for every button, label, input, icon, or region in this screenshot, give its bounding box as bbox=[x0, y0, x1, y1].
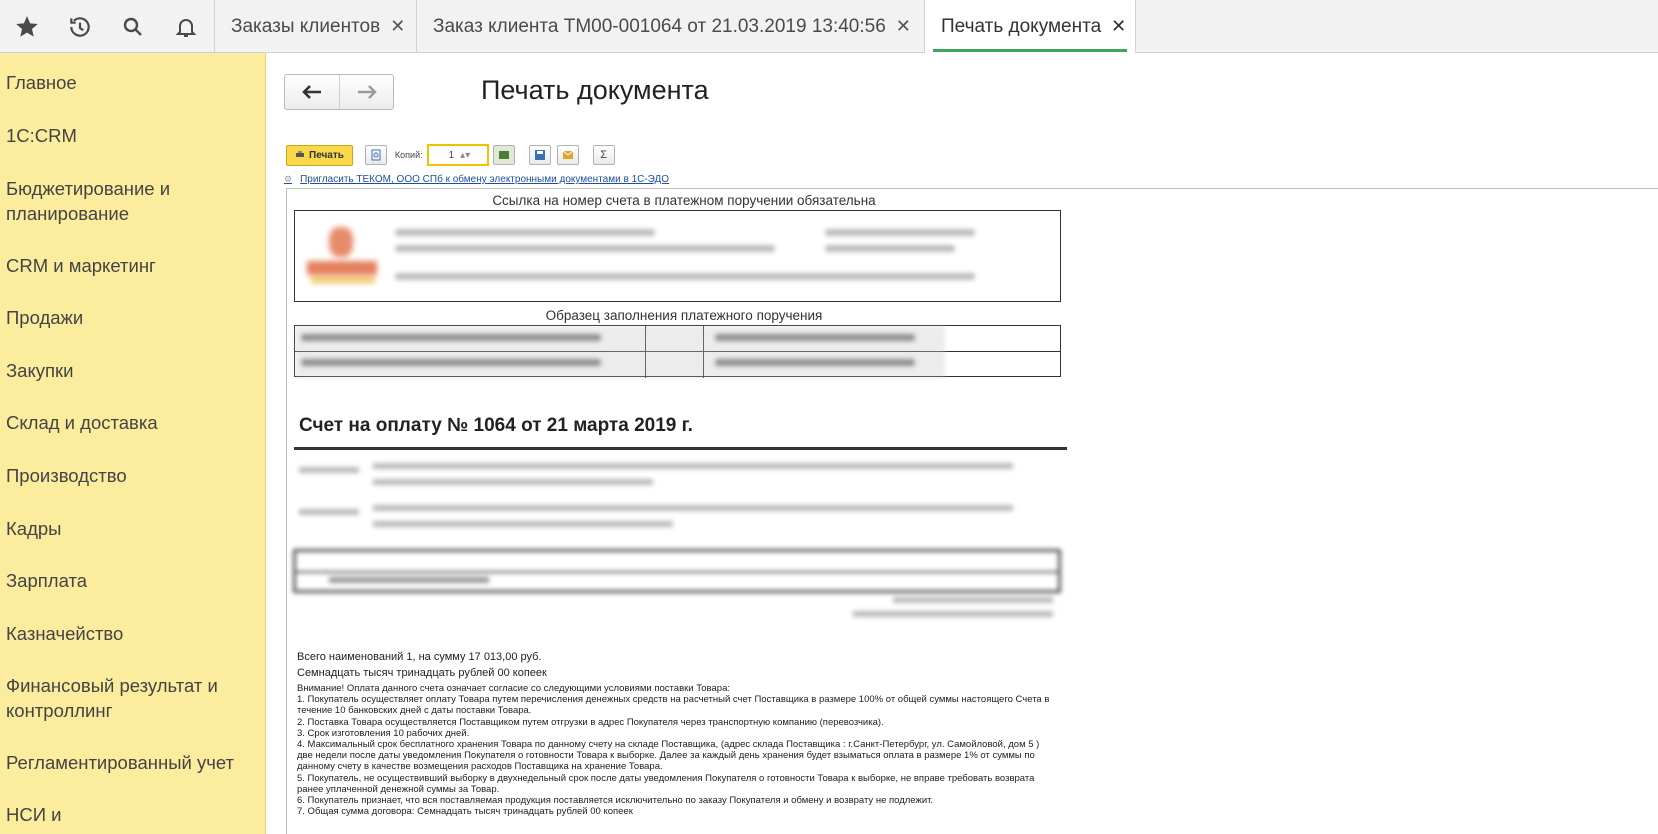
close-icon[interactable]: ✕ bbox=[1111, 16, 1126, 37]
sidebar-item-crm-marketing[interactable]: CRM и маркетинг bbox=[6, 253, 256, 278]
sidebar-item-crm[interactable]: 1С:CRM bbox=[6, 123, 256, 148]
sidebar-item-regulated-accounting[interactable]: Регламентированный учет bbox=[6, 750, 256, 775]
edo-link-text[interactable]: Пригласить ТЕКОМ, ООО СПб к обмену элект… bbox=[300, 174, 669, 185]
sidebar-item-sales[interactable]: Продажи bbox=[6, 305, 256, 330]
sidebar-item-production[interactable]: Производство bbox=[6, 463, 256, 488]
payment-sample-caption: Образец заполнения платежного поручения bbox=[545, 308, 823, 323]
stepper-arrows-icon[interactable]: ▴▾ bbox=[460, 150, 470, 161]
back-arrow-icon[interactable] bbox=[285, 75, 339, 109]
term-2: 2. Поставка Товара осуществляется Постав… bbox=[297, 716, 884, 728]
send-email-icon[interactable] bbox=[556, 145, 579, 165]
sidebar: Главное 1С:CRM Бюджетирование и планиров… bbox=[0, 53, 266, 834]
sidebar-item-main[interactable]: Главное bbox=[6, 70, 256, 95]
sum-button[interactable]: Σ bbox=[592, 145, 615, 165]
tab-label: Печать документа bbox=[941, 15, 1102, 37]
invoice-title: Счет на оплату № 1064 от 21 марта 2019 г… bbox=[299, 415, 693, 436]
sidebar-item-nsi-admin[interactable]: НСИ и администрирование bbox=[6, 802, 206, 834]
tab-customer-orders[interactable]: Заказы клиентов ✕ bbox=[214, 0, 416, 53]
tab-customer-order[interactable]: Заказ клиента ТМ00-001064 от 21.03.2019 … bbox=[416, 0, 924, 53]
term-7: 7. Общая сумма договора: Семнадцать тыся… bbox=[297, 806, 633, 818]
sidebar-item-purchases[interactable]: Закупки bbox=[6, 358, 256, 383]
printer-icon bbox=[296, 151, 304, 157]
favorites-star-icon[interactable] bbox=[0, 0, 53, 53]
top-bar: Заказы клиентов ✕ Заказ клиента ТМ00-001… bbox=[0, 0, 1658, 53]
page-title: Печать документа bbox=[481, 75, 709, 105]
tab-label: Заказы клиентов bbox=[231, 15, 381, 37]
sidebar-item-salary[interactable]: Зарплата bbox=[6, 568, 256, 593]
title-divider bbox=[294, 447, 1067, 450]
total-words: Семнадцать тысяч тринадцать рублей 00 ко… bbox=[297, 667, 547, 679]
payment-sample-table bbox=[294, 325, 1061, 378]
save-icon[interactable] bbox=[528, 145, 551, 165]
tab-label: Заказ клиента ТМ00-001064 от 21.03.2019 … bbox=[433, 15, 886, 37]
blurred-parties-and-items bbox=[293, 457, 1193, 627]
copies-stepper[interactable]: 1 ▴▾ bbox=[426, 144, 489, 166]
edo-icon: ⚙ bbox=[284, 174, 293, 184]
main-area: Печать документа Печать Копий: 1 ▴▾ Σ ⚙ … bbox=[266, 53, 1658, 834]
close-icon[interactable]: ✕ bbox=[896, 16, 911, 37]
copies-value: 1 bbox=[448, 149, 455, 161]
sum-label: Σ bbox=[600, 149, 608, 161]
sidebar-item-warehouse[interactable]: Склад и доставка bbox=[6, 410, 256, 435]
term-1: 1. Покупатель осуществляет оплату Товара… bbox=[297, 694, 1050, 717]
notifications-bell-icon[interactable] bbox=[159, 0, 212, 53]
navigation-buttons bbox=[284, 74, 394, 110]
supplier-logo bbox=[301, 223, 381, 293]
term-4: 4. Максимальный срок бесплатного хранени… bbox=[297, 739, 1040, 773]
terms-notice: Внимание! Оплата данного счета означает … bbox=[297, 683, 730, 694]
term-6: 6. Покупатель признает, что вся поставля… bbox=[297, 795, 934, 807]
tab-print-document[interactable]: Печать документа ✕ bbox=[924, 0, 1136, 53]
edit-icon[interactable] bbox=[492, 145, 515, 165]
sidebar-item-financial-result[interactable]: Финансовый результат и контроллинг bbox=[6, 673, 241, 723]
search-icon[interactable] bbox=[106, 0, 159, 53]
supplier-header-box bbox=[294, 210, 1061, 302]
preview-icon[interactable] bbox=[364, 145, 387, 165]
term-3: 3. Срок изготовления 10 рабочих дней. bbox=[297, 727, 470, 739]
history-icon[interactable] bbox=[53, 0, 106, 53]
print-button[interactable]: Печать bbox=[286, 144, 353, 166]
copies-label: Копий: bbox=[394, 150, 423, 160]
account-reference-caption: Ссылка на номер счета в платежном поруче… bbox=[492, 193, 876, 208]
total-line: Всего наименований 1, на сумму 17 013,00… bbox=[297, 651, 542, 663]
sidebar-item-treasury[interactable]: Казначейство bbox=[6, 621, 256, 646]
print-button-label: Печать bbox=[309, 149, 344, 161]
sidebar-item-budgeting[interactable]: Бюджетирование и планирование bbox=[6, 176, 206, 226]
term-5: 5. Покупатель, не осуществивший выборку … bbox=[297, 772, 1035, 795]
sidebar-item-hr[interactable]: Кадры bbox=[6, 516, 256, 541]
document-preview[interactable]: Ссылка на номер счета в платежном поруче… bbox=[286, 188, 1658, 834]
toolbar-icons bbox=[0, 0, 214, 53]
edo-invite-link[interactable]: ⚙ Пригласить ТЕКОМ, ООО СПб к обмену эле… bbox=[284, 174, 669, 185]
print-toolbar: Печать Копий: 1 ▴▾ Σ bbox=[286, 142, 615, 168]
close-icon[interactable]: ✕ bbox=[390, 16, 405, 37]
invoice-terms: Всего наименований 1, на сумму 17 013,00… bbox=[297, 649, 1057, 817]
forward-arrow-icon[interactable] bbox=[339, 75, 393, 109]
